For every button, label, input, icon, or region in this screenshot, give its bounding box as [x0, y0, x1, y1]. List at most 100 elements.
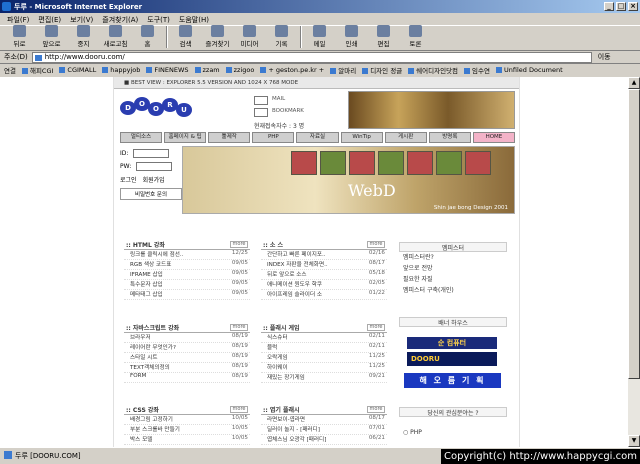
list-item[interactable]: 부분 스크롤바 만들기 10/05	[124, 425, 250, 435]
list-item[interactable]: 아이프레임 슬라이더 소 01/22	[261, 290, 387, 300]
maximize-button[interactable]: □	[616, 2, 626, 11]
bookmark-link[interactable]: BOOKMARK	[254, 108, 304, 117]
join-button[interactable]: 회원가입	[143, 175, 165, 184]
list-item[interactable]: 재밌는 장기게임 09/21	[261, 373, 387, 383]
list-item[interactable]: 하이웨이 11/25	[261, 363, 387, 373]
go-button[interactable]: 이동	[598, 52, 611, 62]
memfister-item[interactable]: 멤피스터 구축(개인)	[399, 285, 507, 296]
mail-button[interactable]: 메일	[304, 25, 335, 48]
scroll-thumb[interactable]	[628, 89, 640, 379]
refresh-button[interactable]: 새로고침	[100, 25, 131, 48]
more-button[interactable]: more	[230, 241, 248, 248]
list-item[interactable]: 간단하고 빠른 페이지포.. 02/16	[261, 250, 387, 260]
discuss-button[interactable]: 토론	[400, 25, 431, 48]
memfister-item[interactable]: 필요한 자질	[399, 274, 507, 285]
scroll-up-icon[interactable]: ▲	[628, 77, 640, 89]
list-item[interactable]: 링크를 클릭시에 점선.. 12/25	[124, 250, 250, 260]
list-item[interactable]: 라면보이-엽라면 08/17	[261, 415, 387, 425]
more-button[interactable]: more	[367, 324, 385, 331]
poll-option[interactable]: ○ PHP	[399, 429, 507, 440]
mail-link[interactable]: MAIL	[254, 96, 304, 105]
menu-edit[interactable]: 편집(E)	[38, 15, 61, 25]
link-item[interactable]: Unfiled Document	[496, 66, 563, 74]
id-input[interactable]	[133, 149, 170, 158]
scroll-down-icon[interactable]: ▼	[628, 435, 640, 447]
memfister-item[interactable]: 멤피스터란?	[399, 252, 507, 263]
link-item[interactable]: 쉐어디자인닷컴	[408, 65, 458, 75]
list-item[interactable]: TEXT객체의정의 08/19	[124, 363, 250, 373]
password-input[interactable]	[136, 162, 173, 171]
nav-item[interactable]: 홈페이지 & 팁	[164, 132, 207, 143]
nav-item[interactable]: 멀티소스	[120, 132, 163, 143]
page-viewport: ■ BEST VIEW : EXPLORER 5.5 VERSION AND 1…	[0, 77, 628, 447]
list-item[interactable]: 스타일 시트 08/19	[124, 353, 250, 363]
nav-item[interactable]: 방명록	[428, 132, 471, 143]
link-item[interactable]: + geston.pe.kr +	[260, 66, 324, 74]
favorites-button[interactable]: 즐겨찾기	[202, 25, 233, 48]
link-item[interactable]: zzigoo	[226, 66, 255, 74]
list-item[interactable]: 식스슈터 02/11	[261, 333, 387, 343]
history-button[interactable]: 기록	[266, 25, 297, 48]
link-item[interactable]: 해피CGI	[22, 65, 53, 75]
edit-button[interactable]: 편집	[368, 25, 399, 48]
nav-item[interactable]: WinTip	[340, 132, 383, 143]
list-item[interactable]: 레이어란 무엇인가? 08/19	[124, 343, 250, 353]
link-item[interactable]: 임수연	[464, 65, 490, 75]
list-item[interactable]: IFRAME 삽입 09/05	[124, 270, 250, 280]
nav-home[interactable]: HOME	[472, 132, 515, 143]
list-item[interactable]: 엽체스님 오광각 [패러디] 06/21	[261, 435, 387, 445]
list-item[interactable]: RGB 색상 코드표 09/05	[124, 260, 250, 270]
banner-haeoreum[interactable]: 해 오 름 기 획	[404, 373, 501, 388]
list-item[interactable]: INDEX 자판을 전체화면.. 08/17	[261, 260, 387, 270]
list-item[interactable]: 블럭 02/11	[261, 343, 387, 353]
menu-favorites[interactable]: 즐겨찾기(A)	[102, 15, 138, 25]
menu-tools[interactable]: 도구(T)	[147, 15, 170, 25]
more-button[interactable]: more	[230, 406, 248, 413]
site-logo[interactable]: D O O R U	[120, 97, 192, 121]
list-item[interactable]: 애니메이션 원도우 학쿠 02/05	[261, 280, 387, 290]
list-item[interactable]: 브라우저 08/19	[124, 333, 250, 343]
menu-file[interactable]: 파일(F)	[7, 15, 29, 25]
link-item[interactable]: FINENEWS	[146, 66, 188, 74]
print-button[interactable]: 인쇄	[336, 25, 367, 48]
banner-soon-computer[interactable]: 순 컴퓨터	[407, 337, 497, 349]
list-item[interactable]: FORM 08/19	[124, 373, 250, 383]
address-input[interactable]: http://www.dooru.com/	[31, 51, 592, 63]
memfister-item[interactable]: 앞으로 전망	[399, 263, 507, 274]
list-item[interactable]: 배경그림 고정하기 10/05	[124, 415, 250, 425]
more-button[interactable]: more	[230, 324, 248, 331]
link-item[interactable]: 알마리	[330, 65, 356, 75]
menu-help[interactable]: 도움말(H)	[179, 15, 209, 25]
list-item[interactable]: 딜러이 놀지 - [패러디] 07/01	[261, 425, 387, 435]
nav-item[interactable]: PHP	[252, 132, 295, 143]
nav-item[interactable]: 게시판	[384, 132, 427, 143]
nav-item[interactable]: 자료실	[296, 132, 339, 143]
close-button[interactable]: ×	[628, 2, 638, 11]
login-button[interactable]: 로그인	[120, 175, 137, 184]
media-button[interactable]: 미디어	[234, 25, 265, 48]
menu-view[interactable]: 보기(V)	[70, 15, 93, 25]
toolbar-separator	[166, 26, 168, 48]
list-item[interactable]: 특수문자 삽입 09/05	[124, 280, 250, 290]
link-item[interactable]: 디자인 정글	[362, 65, 402, 75]
more-button[interactable]: more	[367, 406, 385, 413]
minimize-button[interactable]: _	[604, 2, 614, 11]
best-view-bar: ■ BEST VIEW : EXPLORER 5.5 VERSION AND 1…	[114, 77, 519, 89]
home-button[interactable]: 홈	[132, 25, 163, 48]
list-item[interactable]: 뒤로 앞으로 소스 05/18	[261, 270, 387, 280]
list-item[interactable]: 메타태그 삽입 09/05	[124, 290, 250, 300]
link-item[interactable]: zzam	[195, 66, 220, 74]
banner-dooru[interactable]: DOORU	[407, 352, 497, 366]
find-password-button[interactable]: 비밀번호 문의	[120, 188, 182, 200]
back-button[interactable]: 뒤로	[4, 25, 35, 48]
list-item[interactable]: 오락게임 11/25	[261, 353, 387, 363]
vertical-scrollbar[interactable]: ▲ ▼	[628, 77, 640, 447]
link-item[interactable]: happyjob	[102, 66, 140, 74]
stop-button[interactable]: 중지	[68, 25, 99, 48]
link-item[interactable]: CGIMALL	[59, 66, 96, 74]
more-button[interactable]: more	[367, 241, 385, 248]
search-button[interactable]: 검색	[170, 25, 201, 48]
nav-item[interactable]: 툴제작	[208, 132, 251, 143]
list-item[interactable]: 박스 모델 10/05	[124, 435, 250, 445]
forward-button[interactable]: 앞으로	[36, 25, 67, 48]
